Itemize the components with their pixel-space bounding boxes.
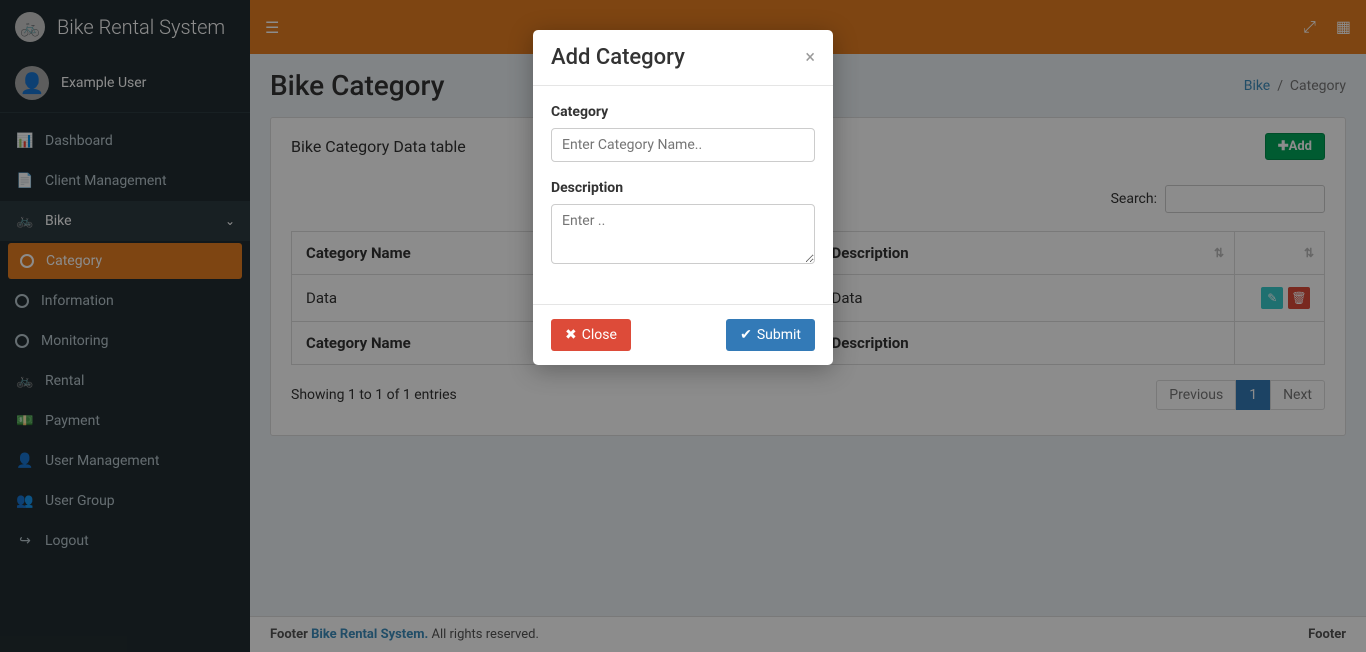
close-icon[interactable]: × bbox=[805, 47, 815, 68]
modal-body: Category Description bbox=[533, 86, 833, 304]
description-label: Description bbox=[551, 180, 815, 196]
submit-button[interactable]: ✔Submit bbox=[726, 319, 815, 351]
description-textarea[interactable] bbox=[551, 204, 815, 264]
category-label: Category bbox=[551, 104, 815, 120]
add-category-modal: Add Category × Category Description ✖Clo… bbox=[533, 30, 833, 365]
category-input[interactable] bbox=[551, 128, 815, 162]
form-group-category: Category bbox=[551, 104, 815, 162]
close-button[interactable]: ✖Close bbox=[551, 319, 631, 351]
check-icon: ✔ bbox=[740, 327, 752, 343]
form-group-description: Description bbox=[551, 180, 815, 268]
modal-header: Add Category × bbox=[533, 30, 833, 86]
x-icon: ✖ bbox=[565, 327, 577, 343]
modal-title: Add Category bbox=[551, 45, 685, 70]
modal-footer: ✖Close ✔Submit bbox=[533, 304, 833, 365]
